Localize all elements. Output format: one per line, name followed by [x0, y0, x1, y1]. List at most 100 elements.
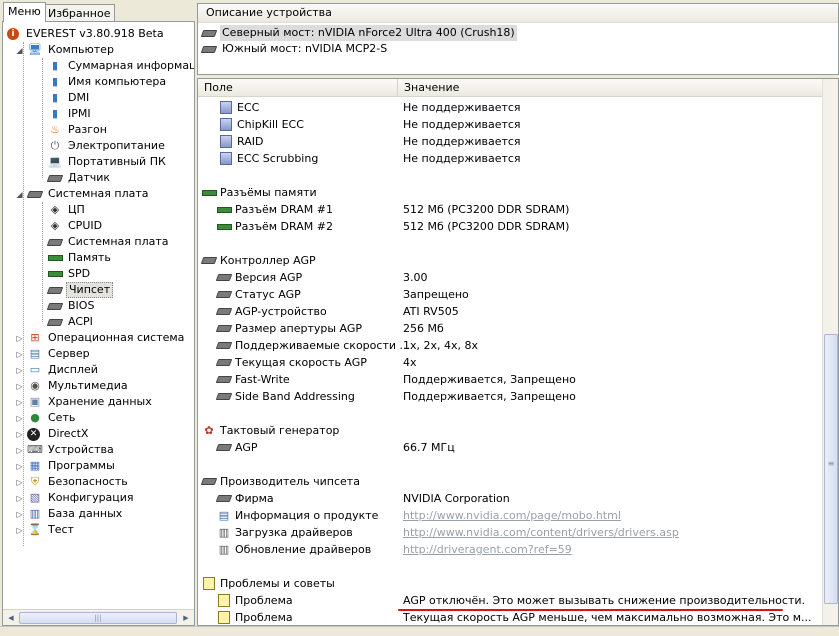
- speaker-icon: ◉: [30, 379, 40, 392]
- list-row[interactable]: AGP-устройство ATI RV505: [198, 303, 824, 320]
- tree-item-motherboard-group[interactable]: Системная плата: [26, 186, 151, 202]
- info-icon: ▮: [51, 59, 59, 72]
- tree-item-cpu[interactable]: ◈ ЦП: [47, 202, 87, 218]
- scroll-thumb[interactable]: |||: [19, 612, 177, 624]
- column-header-value[interactable]: Значение: [398, 79, 824, 97]
- tree-item-spd[interactable]: SPD: [47, 266, 92, 282]
- expand-icon[interactable]: ▷: [15, 414, 24, 423]
- tree-item-storage[interactable]: ▣ Хранение данных: [27, 394, 154, 410]
- expand-icon[interactable]: ▷: [15, 526, 24, 535]
- tree-item-power[interactable]: ⏻ Электропитание: [47, 138, 167, 154]
- chip-icon: [215, 492, 233, 506]
- list-row[interactable]: ▥ Загрузка драйверов http://www.nvidia.co…: [198, 524, 824, 541]
- tree-item-overclock[interactable]: ♨ Разгон: [47, 122, 109, 138]
- tree-item-laptop[interactable]: 💻 Портативный ПК: [47, 154, 168, 170]
- device-item-southbridge[interactable]: Южный мост: nVIDIA MCP2-S: [200, 41, 389, 57]
- scroll-right-icon[interactable]: ▶: [179, 611, 193, 625]
- tree-item-chipset[interactable]: Чипсет: [46, 282, 114, 298]
- expand-icon[interactable]: ▷: [15, 478, 24, 487]
- list-section-header[interactable]: Проблемы и советы: [198, 575, 824, 592]
- expand-icon[interactable]: ▷: [15, 382, 24, 391]
- list-vertical-scrollbar[interactable]: ≡: [822, 79, 838, 625]
- list-row[interactable]: ECC Не поддерживается: [198, 99, 824, 116]
- tree-item-ipmi[interactable]: ▮ IPMI: [47, 106, 93, 122]
- tree-item-multimedia[interactable]: ◉ Мультимедиа: [27, 378, 130, 394]
- list-row[interactable]: Разъём DRAM #2 512 Мб (PC3200 DDR SDRAM): [198, 218, 824, 235]
- tree-item-acpi[interactable]: ACPI: [46, 314, 95, 330]
- tab-menu[interactable]: Меню: [3, 2, 46, 22]
- collapse-icon[interactable]: ◢: [15, 46, 24, 55]
- list-row[interactable]: Проблема AGP отключён. Это может вызыват…: [198, 592, 824, 609]
- list-row[interactable]: Фирма NVIDIA Corporation: [198, 490, 824, 507]
- expand-icon[interactable]: ▷: [15, 398, 24, 407]
- tree-item-os[interactable]: ⊞ Операционная система: [27, 330, 186, 346]
- list-row[interactable]: ECC Scrubbing Не поддерживается: [198, 150, 824, 167]
- list-row[interactable]: AGP 66.7 МГц: [198, 439, 824, 456]
- windows-icon: ⊞: [30, 331, 40, 344]
- list-row[interactable]: ChipKill ECC Не поддерживается: [198, 116, 824, 133]
- expand-icon[interactable]: ▷: [15, 446, 24, 455]
- tree-item-sensor[interactable]: Датчик: [46, 170, 112, 186]
- status-bar: [0, 626, 839, 636]
- tree-item-network[interactable]: ● Сеть: [27, 410, 77, 426]
- list-section-header[interactable]: Контроллер AGP: [198, 252, 824, 269]
- list-row[interactable]: Side Band Addressing Поддерживается, Зап…: [198, 388, 824, 405]
- computer-icon: ▮: [51, 75, 59, 88]
- hourglass-icon: ⌛: [28, 523, 42, 536]
- chip-icon: [200, 475, 218, 489]
- expand-icon[interactable]: ▷: [15, 510, 24, 519]
- collapse-icon[interactable]: ◢: [15, 190, 24, 199]
- tree-item-directx[interactable]: ✕ DirectX: [27, 426, 90, 442]
- tree-item-motherboard[interactable]: Системная плата: [46, 234, 171, 250]
- tree-horizontal-scrollbar[interactable]: ◀ ||| ▶: [3, 609, 194, 625]
- list-row[interactable]: Версия AGP 3.00: [198, 269, 824, 286]
- tree-item-computer[interactable]: 🖥 Компьютер: [27, 42, 116, 58]
- device-item-northbridge[interactable]: Северный мост: nVIDIA nForce2 Ultra 400 …: [200, 25, 517, 41]
- expand-icon[interactable]: ▷: [15, 494, 24, 503]
- list-row[interactable]: Размер апертуры AGP 256 Мб: [198, 320, 824, 337]
- tree-item-cpuid[interactable]: ◈ CPUID: [47, 218, 104, 234]
- tree-item-memory[interactable]: Память: [47, 250, 113, 266]
- tree-item-security[interactable]: ⛨ Безопасность: [27, 474, 130, 490]
- config-icon: ▧: [29, 491, 41, 504]
- scroll-thumb[interactable]: ≡: [824, 334, 838, 604]
- list-row[interactable]: Текущая скорость AGP 4x: [198, 354, 824, 371]
- expand-icon[interactable]: ▷: [15, 366, 24, 375]
- driver-download-link[interactable]: http://www.nvidia.com/content/drivers/dr…: [403, 524, 823, 541]
- device-description-header[interactable]: Описание устройства: [198, 4, 838, 23]
- tree-item-dmi[interactable]: ▮ DMI: [47, 90, 91, 106]
- list-row[interactable]: ▤ Информация о продукте http://www.nvidia…: [198, 507, 824, 524]
- tree-item-computer-name[interactable]: ▮ Имя компьютера: [47, 74, 168, 90]
- tree-item-display[interactable]: ▭ Дисплей: [27, 362, 100, 378]
- server-icon: ▤: [29, 347, 41, 360]
- tree-item-bios[interactable]: BIOS: [46, 298, 96, 314]
- tree-item-everest[interactable]: i EVEREST v3.80.918 Beta: [7, 26, 166, 42]
- tree-item-summary[interactable]: ▮Суммарная информация: [47, 58, 194, 74]
- tree-item-programs[interactable]: ▦ Программы: [27, 458, 117, 474]
- expand-icon[interactable]: ▷: [15, 462, 24, 471]
- scroll-left-icon[interactable]: ◀: [4, 611, 18, 625]
- tab-favorites[interactable]: Избранное: [43, 4, 116, 21]
- tree-item-database[interactable]: ▥ База данных: [27, 506, 124, 522]
- expand-icon[interactable]: ▷: [15, 430, 24, 439]
- driver-update-link[interactable]: http://driveragent.com?ref=59: [403, 541, 823, 558]
- list-row[interactable]: ▥ Обновление драйверов http://driveragent…: [198, 541, 824, 558]
- list-row[interactable]: Разъём DRAM #1 512 Мб (PC3200 DDR SDRAM): [198, 201, 824, 218]
- expand-icon[interactable]: ▷: [15, 350, 24, 359]
- list-section-header[interactable]: ✿ Тактовый генератор: [198, 422, 824, 439]
- list-row[interactable]: Поддерживаемые скорости ... 1x, 2x, 4x, …: [198, 337, 824, 354]
- list-row[interactable]: Статус AGP Запрещено: [198, 286, 824, 303]
- product-info-link[interactable]: http://www.nvidia.com/page/mobo.html: [403, 507, 823, 524]
- tree-item-test[interactable]: ⌛ Тест: [27, 522, 76, 538]
- column-header-field[interactable]: Поле: [198, 79, 398, 97]
- list-section-header[interactable]: Разъёмы памяти: [198, 184, 824, 201]
- expand-icon[interactable]: ▷: [15, 334, 24, 343]
- list-row[interactable]: RAID Не поддерживается: [198, 133, 824, 150]
- tree-item-config[interactable]: ▧ Конфигурация: [27, 490, 136, 506]
- tree-item-devices[interactable]: ⌨ Устройства: [27, 442, 116, 458]
- details-list-panel: Поле Значение ECC Не поддерживается Chip…: [197, 78, 839, 626]
- list-row[interactable]: Проблема Текущая скорость AGP меньше, че…: [198, 609, 824, 625]
- list-section-header[interactable]: Производитель чипсета: [198, 473, 824, 490]
- tree-item-server[interactable]: ▤ Сервер: [27, 346, 92, 362]
- list-row[interactable]: Fast-Write Поддерживается, Запрещено: [198, 371, 824, 388]
